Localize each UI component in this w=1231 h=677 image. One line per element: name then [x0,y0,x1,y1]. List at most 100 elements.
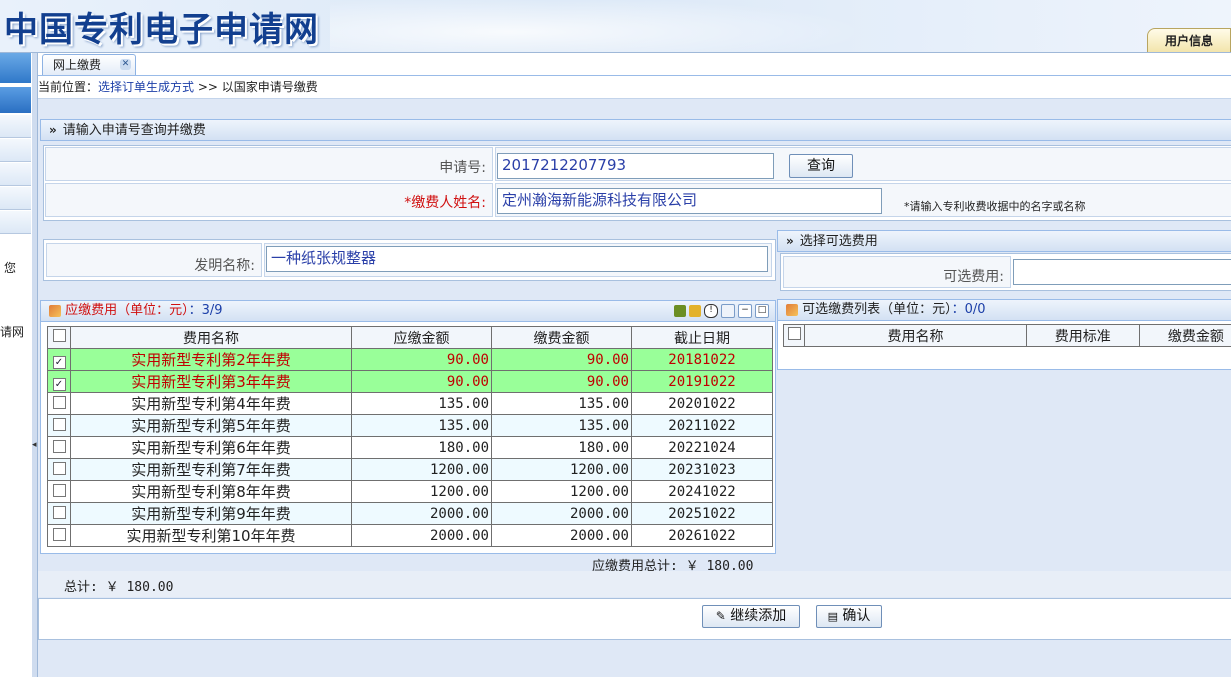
optional-list-title: 可选缴费列表（单位：元） [802,302,952,317]
fee-name-cell: 实用新型专利第8年年费 [70,480,352,503]
select-all-checkbox[interactable] [52,329,66,342]
col-due-amount: 应缴金额 [351,326,492,349]
optional-panel-header: » 选择可选费用 [777,230,1231,252]
table-icon [49,304,61,317]
sidebar-button-top[interactable] [0,53,31,83]
tool-wand-icon[interactable] [674,304,686,317]
pay-amount-cell: 135.00 [491,414,632,437]
row-checkbox-cell [47,392,71,415]
action-bar: ✎ 继续添加 ▤ 确认 [38,598,1231,640]
sidebar-item[interactable] [0,115,31,138]
row-checkbox[interactable] [52,395,66,409]
double-chevron-icon: » [49,123,57,137]
optional-select-all-cell[interactable] [782,324,806,347]
invention-box: 发明名称: 一种纸张规整器 [43,239,776,281]
table-row[interactable]: 实用新型专利第4年年费 135.00 135.00 20201022 [47,392,773,415]
sidebar-text: 您 [4,261,17,275]
user-info-tab[interactable]: 用户信息 [1147,28,1231,52]
table-row[interactable]: 实用新型专利第10年年费 2000.00 2000.00 20261022 [47,524,773,547]
continue-add-button[interactable]: ✎ 继续添加 [702,605,800,628]
maximize-icon[interactable]: □ [755,303,769,318]
invention-name-input[interactable]: 一种纸张规整器 [266,246,768,272]
breadcrumb-prefix: 当前位置： [38,80,99,94]
sidebar-item[interactable] [0,139,31,162]
banner-decoration [330,0,930,52]
tool-user-icon[interactable] [689,304,701,317]
payer-name-input[interactable]: 定州瀚海新能源科技有限公司 [497,188,882,214]
confirm-label: 确认 [842,608,871,624]
optional-list-count: ：0/0 [951,302,986,317]
col-optional-pay-amount: 缴费金额 [1138,324,1231,347]
table-row[interactable]: 实用新型专利第7年年费 1200.00 1200.00 20231023 [47,458,773,481]
site-banner: 中国专利电子申请网 用户信息 [0,0,1231,53]
fee-name-cell: 实用新型专利第3年年费 [70,370,352,393]
confirm-button[interactable]: ▤ 确认 [816,605,882,628]
optional-list-header-row: 费用名称 费用标准 缴费金额 [782,324,1231,347]
optional-panel-title: 选择可选费用 [799,234,878,249]
due-amount-cell: 90.00 [351,348,492,371]
sidebar-item[interactable] [0,211,31,234]
sidebar-item[interactable] [0,187,31,210]
pay-amount-cell: 135.00 [491,392,632,415]
due-amount-cell: 2000.00 [351,502,492,525]
collapse-arrow-icon[interactable]: ◂ [32,440,37,450]
info-icon[interactable]: ! [704,303,718,318]
row-checkbox-cell [47,524,71,547]
tab-online-payment[interactable]: 网上缴费 ✕ [42,54,136,75]
col-deadline: 截止日期 [631,326,773,349]
table-row[interactable]: ✓ 实用新型专利第2年年费 90.00 90.00 20181022 [47,348,773,371]
tab-label: 网上缴费 [53,58,102,72]
fees-selected-count: ：3/9 [188,303,223,318]
row-checkbox[interactable] [52,527,66,541]
form-icon: ▤ [827,610,838,623]
deadline-cell: 20221024 [631,436,773,459]
table-row[interactable]: 实用新型专利第8年年费 1200.00 1200.00 20241022 [47,480,773,503]
close-icon[interactable]: ✕ [120,59,131,70]
col-fee-standard: 费用标准 [1025,324,1140,347]
row-checkbox[interactable]: ✓ [52,377,66,391]
row-checkbox-cell: ✓ [47,370,71,393]
minimize-icon[interactable]: − [738,303,752,318]
fees-table-body: ✓ 实用新型专利第2年年费 90.00 90.00 20181022 ✓ 实用新型专利第3年… [47,348,773,547]
table-row[interactable]: 实用新型专利第9年年费 2000.00 2000.00 20251022 [47,502,773,525]
deadline-cell: 20211022 [631,414,773,437]
table-row[interactable]: 实用新型专利第6年年费 180.00 180.00 20221024 [47,436,773,459]
sidebar-text: 请网 [0,325,25,339]
row-checkbox[interactable]: ✓ [52,355,66,369]
payer-name-label: *缴费人姓名: [45,183,493,217]
row-checkbox[interactable] [52,483,66,497]
due-amount-cell: 1200.00 [351,480,492,503]
left-sidebar: 您 请网 [0,53,33,677]
due-amount-cell: 1200.00 [351,458,492,481]
table-row[interactable]: ✓ 实用新型专利第3年年费 90.00 90.00 20191022 [47,370,773,393]
row-checkbox[interactable] [52,439,66,453]
optional-fee-select[interactable] [1013,259,1231,285]
breadcrumb-current: 以国家申请号缴费 [221,80,318,94]
sidebar-item[interactable] [0,163,31,186]
invention-name-label: 发明名称: [46,243,262,277]
query-form: 申请号: 2017212207793 查询 *缴费人姓名: 定州瀚海新能源科技有… [43,145,1231,221]
pay-amount-cell: 90.00 [491,348,632,371]
select-all-cell[interactable] [47,326,71,349]
row-checkbox[interactable] [52,417,66,431]
deadline-cell: 20201022 [631,392,773,415]
sidebar-button-active[interactable] [0,87,31,113]
optional-select-all-checkbox[interactable] [787,327,801,340]
fees-table: 费用名称 应缴金额 缴费金额 截止日期 ✓ 实用新型专利第2年年费 90.00 90.… [47,326,773,547]
application-no-input[interactable]: 2017212207793 [497,153,774,179]
fee-name-cell: 实用新型专利第6年年费 [70,436,352,459]
row-checkbox-cell [47,502,71,525]
query-panel-title: 请输入申请号查询并缴费 [62,123,206,138]
row-checkbox[interactable] [52,505,66,519]
query-button[interactable]: 查询 [789,154,853,178]
col-fee-name: 费用名称 [70,326,352,349]
site-title: 中国专利电子申请网 [4,10,319,50]
pay-amount-cell: 2000.00 [491,524,632,547]
table-row[interactable]: 实用新型专利第5年年费 135.00 135.00 20211022 [47,414,773,437]
total-bar: 总计: ￥ 180.00 [38,571,1231,597]
optional-fee-label: 可选费用: [783,256,1011,288]
list-view-icon[interactable] [721,303,735,318]
row-checkbox[interactable] [52,461,66,475]
pay-amount-cell: 90.00 [491,370,632,393]
breadcrumb-link[interactable]: 选择订单生成方式 [98,80,194,94]
